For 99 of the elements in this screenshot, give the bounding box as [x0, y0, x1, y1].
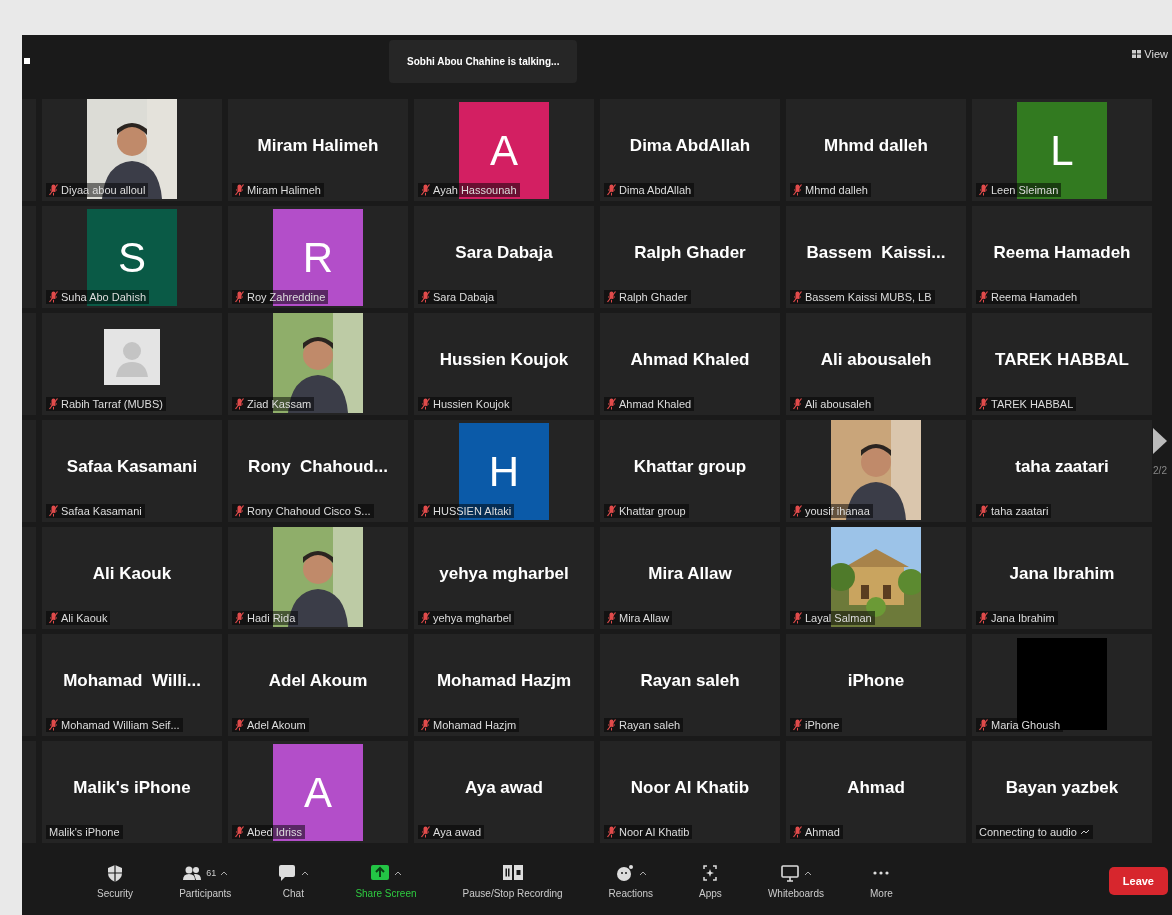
- participant-label: Hussien Koujok: [433, 398, 510, 410]
- square-icon: [24, 58, 30, 64]
- participant-name: TAREK HABBAL: [995, 350, 1129, 370]
- participant-label: taha zaatari: [991, 505, 1049, 517]
- participant-label: Noor Al Khatib: [619, 826, 690, 838]
- more-icon: [873, 871, 890, 875]
- participant-label: Rony Chahoud Cisco S...: [247, 505, 371, 517]
- participant-label: Sara Dabaja: [433, 291, 495, 303]
- participant-name: Reema Hamadeh: [993, 243, 1131, 263]
- participant-label: Ralph Ghader: [619, 291, 688, 303]
- participant-label: Rabih Tarraf (MUBS): [61, 398, 163, 410]
- participant-label: Dima AbdAllah: [619, 184, 692, 196]
- participant-label: Diyaa abou alloul: [61, 184, 146, 196]
- participant-label: HUSSIEN Altaki: [433, 505, 512, 517]
- toolbar-button[interactable]: Share Screen: [332, 862, 440, 899]
- participant-label: Mohamad William Seif...: [61, 719, 180, 731]
- participant-name: Miram Halimeh: [257, 136, 379, 156]
- participant-label: Connecting to audio: [979, 826, 1077, 838]
- participant-name: Hussien Koujok: [439, 350, 569, 370]
- participant-name: yehya mgharbel: [439, 564, 569, 584]
- participant-label: Ali abousaleh: [805, 398, 872, 410]
- participant-name: Bayan yazbek: [1005, 778, 1119, 798]
- participant-label: Reema Hamadeh: [991, 291, 1078, 303]
- toolbar-button[interactable]: Reactions: [585, 862, 677, 899]
- participant-name: Mira Allaw: [648, 564, 732, 584]
- participant-name: Safaa Kasamani: [66, 457, 198, 477]
- toolbar-button[interactable]: Apps: [676, 862, 745, 899]
- participant-label: Malik's iPhone: [49, 826, 120, 838]
- participant-label: Mira Allaw: [619, 612, 670, 624]
- participant-name: Mohamad Willi...: [63, 671, 201, 691]
- caret-icon[interactable]: [301, 870, 310, 876]
- toolbar-button[interactable]: Whiteboards: [744, 862, 847, 899]
- participant-name: Aya awad: [465, 778, 543, 798]
- participant-name: Adel Akoum: [268, 671, 368, 691]
- participant-name: Ahmad Khaled: [630, 350, 750, 370]
- participant-label: Miram Halimeh: [247, 184, 321, 196]
- participant-label: yousif ihanaa: [805, 505, 870, 517]
- participant-name: Rony Chahoud...: [248, 457, 388, 477]
- participant-label: Aya awad: [433, 826, 482, 838]
- participant-name: Ali abousaleh: [820, 350, 932, 370]
- participant-label: Layal Salman: [805, 612, 872, 624]
- grid-icon: [1132, 50, 1142, 58]
- speaker-banner: Sobhi Abou Chahine is talking...: [389, 40, 578, 83]
- participant-label: TAREK HABBAL: [991, 398, 1074, 410]
- participant-label: Adel Akoum: [247, 719, 306, 731]
- participant-label: Hadi Rida: [247, 612, 296, 624]
- participant-label: Jana Ibrahim: [991, 612, 1055, 624]
- participant-label: Khattar group: [619, 505, 686, 517]
- participant-label: Ziad Kassam: [247, 398, 312, 410]
- participant-label: Ayah Hassounah: [433, 184, 517, 196]
- participant-label: iPhone: [805, 719, 840, 731]
- participant-name: taha zaatari: [1015, 457, 1109, 477]
- participant-name: Rayan saleh: [640, 671, 740, 691]
- whiteboard-icon: [779, 863, 800, 883]
- caret-icon[interactable]: [220, 870, 229, 876]
- participant-name: Mhmd dalleh: [824, 136, 928, 156]
- participant-name: Sara Dabaja: [455, 243, 553, 263]
- reactions-icon: [614, 863, 635, 883]
- participant-name: Dima AbdAllah: [629, 136, 751, 156]
- record-icon: [502, 863, 523, 883]
- participant-name: Mohamad Hazjm: [436, 671, 572, 691]
- toolbar-button[interactable]: More: [847, 862, 916, 899]
- participant-label: Ali Kaouk: [61, 612, 108, 624]
- participant-name: Malik's iPhone: [73, 778, 191, 798]
- participant-label: Mohamad Hazjm: [433, 719, 517, 731]
- participant-name: Khattar group: [633, 457, 747, 477]
- participant-label: Mhmd dalleh: [805, 184, 868, 196]
- participant-label: Suha Abo Dahish: [61, 291, 146, 303]
- participant-label: Bassem Kaissi MUBS, LB: [805, 291, 932, 303]
- toolbar-button[interactable]: Pause/Stop Recording: [439, 862, 586, 899]
- toolbar-button[interactable]: Chat: [254, 862, 333, 899]
- caret-icon[interactable]: [638, 870, 647, 876]
- participant-label: Abed Idriss: [247, 826, 303, 838]
- toolbar-button[interactable]: 61 Participants: [156, 862, 255, 899]
- toolbar-button[interactable]: Security: [74, 862, 157, 899]
- caret-icon[interactable]: [803, 870, 812, 876]
- participant-label: Safaa Kasamani: [61, 505, 142, 517]
- participant-label: Leen Sleiman: [991, 184, 1059, 196]
- caret-icon[interactable]: [393, 870, 402, 876]
- avatar-placeholder-icon: [104, 329, 160, 385]
- participant-name: Noor Al Khatib: [630, 778, 750, 798]
- leave-button[interactable]: Leave: [1108, 866, 1168, 895]
- participant-label: Maria Ghoush: [991, 719, 1061, 731]
- participant-name: iPhone: [847, 671, 905, 691]
- share-icon: [369, 863, 390, 883]
- participant-count: 61: [206, 868, 217, 878]
- participant-label: yehya mgharbel: [433, 612, 512, 624]
- participant-name: Bassem Kaissi...: [806, 243, 946, 263]
- chat-icon: [277, 863, 298, 883]
- participant-label: Roy Zahreddine: [247, 291, 326, 303]
- participant-label: Ahmad Khaled: [619, 398, 692, 410]
- participant-name: Ahmad: [847, 778, 905, 798]
- participant-name: Jana Ibrahim: [1009, 564, 1115, 584]
- participant-name: Ralph Ghader: [634, 243, 746, 263]
- participant-name: Ali Kaouk: [92, 564, 172, 584]
- page-indicator: 2/2: [1153, 465, 1167, 476]
- view-button[interactable]: View: [1132, 48, 1168, 60]
- participant-label: Ahmad: [805, 826, 840, 838]
- participant-label: Rayan saleh: [619, 719, 681, 731]
